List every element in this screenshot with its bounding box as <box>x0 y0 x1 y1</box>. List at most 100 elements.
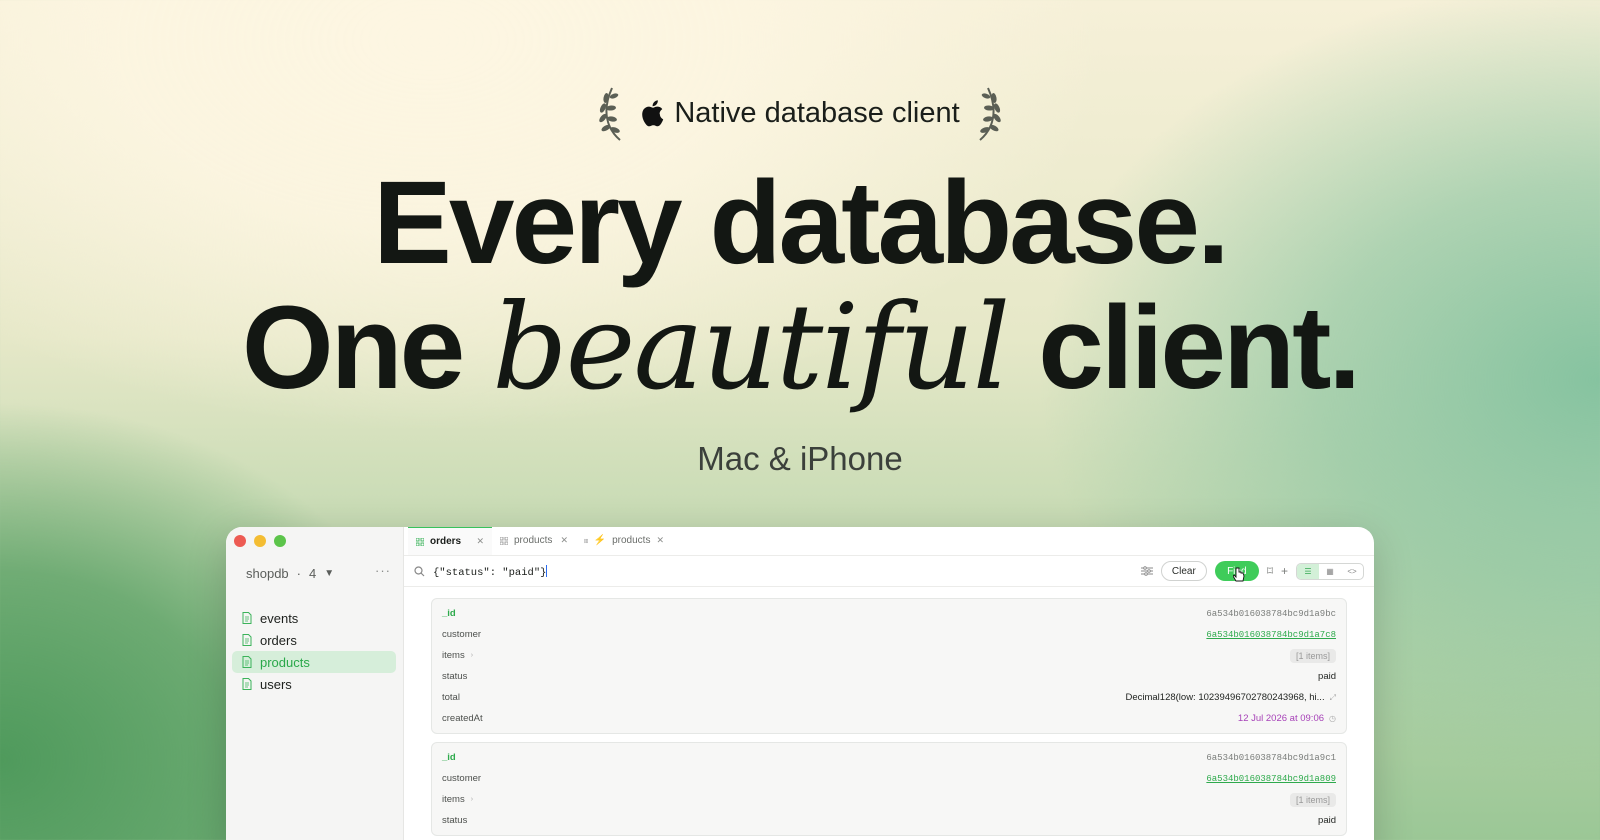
field-value: 6a534b016038784bc9d1a9bc <box>1206 608 1336 619</box>
laurel-left-icon <box>599 87 621 141</box>
main-panel: orders ✕ products ✕ ⚡ products ✕ {"statu… <box>404 527 1374 840</box>
field-key: items › <box>442 650 473 661</box>
field-value: 12 Jul 2026 at 09:06 ◷ <box>1238 713 1336 724</box>
minimize-window-button[interactable] <box>254 535 266 547</box>
tab-label: products <box>514 535 553 546</box>
grid-icon <box>416 537 424 546</box>
tab-bar: orders ✕ products ✕ ⚡ products ✕ <box>404 527 1374 556</box>
document-card[interactable]: _id 6a534b016038784bc9d1a9bc customer 6a… <box>431 598 1347 734</box>
tab-label: orders <box>430 536 462 547</box>
headline-one: One <box>241 282 465 414</box>
field-key: customer <box>442 773 482 784</box>
tab-orders[interactable]: orders ✕ <box>408 527 492 555</box>
zoom-window-button[interactable] <box>274 535 286 547</box>
search-icon <box>414 565 425 576</box>
badge-text: Native database client <box>674 96 960 129</box>
separator-dot: · <box>296 566 301 581</box>
field-value: 6a534b016038784bc9d1a9c1 <box>1206 752 1336 763</box>
code-view-icon[interactable]: <> <box>1341 564 1363 579</box>
field-row: customer 6a534b016038784bc9d1a7c8 <box>432 624 1346 645</box>
field-key: customer <box>442 629 482 640</box>
tab-products[interactable]: products ✕ <box>492 527 576 555</box>
document-icon <box>242 656 252 668</box>
grid-icon <box>584 538 588 543</box>
collection-list: events orders products users <box>232 607 396 695</box>
field-value: Decimal128(low: 10239496702780243968, hi… <box>1125 692 1336 703</box>
apple-icon <box>642 100 664 127</box>
field-row: customer 6a534b016038784bc9d1a809 <box>432 768 1346 789</box>
field-row: status paid <box>432 666 1346 687</box>
sidebar-item-users[interactable]: users <box>232 673 396 695</box>
sidebar-item-orders[interactable]: orders <box>232 629 396 651</box>
list-view-icon[interactable]: ☰ <box>1297 563 1319 579</box>
document-card[interactable]: _id 6a534b016038784bc9d1a9c1 customer 6a… <box>431 742 1347 836</box>
field-row: status paid <box>432 810 1346 831</box>
chevron-right-icon[interactable]: › <box>471 652 473 659</box>
query-bar: {"status": "paid"} Clear Find ⌑ + ☰ ▦ <> <box>404 556 1374 587</box>
expand-icon[interactable]: ⤢ <box>1330 693 1336 703</box>
bookmark-icon[interactable]: ⌑ <box>1267 564 1273 578</box>
close-window-button[interactable] <box>234 535 246 547</box>
subtitle: Mac & iPhone <box>697 440 903 477</box>
filter-options-icon[interactable] <box>1140 566 1153 576</box>
chevron-right-icon[interactable]: › <box>471 796 473 803</box>
more-icon[interactable]: ··· <box>375 563 391 578</box>
close-icon[interactable]: ✕ <box>560 535 568 546</box>
traffic-lights <box>234 535 286 547</box>
clock-icon: ◷ <box>1329 714 1336 723</box>
field-key: _id <box>442 752 456 763</box>
reference-link[interactable]: 6a534b016038784bc9d1a809 <box>1206 774 1336 784</box>
field-row: _id 6a534b016038784bc9d1a9bc <box>432 603 1346 624</box>
field-row: createdAt 12 Jul 2026 at 09:06 ◷ <box>432 708 1346 729</box>
clear-button[interactable]: Clear <box>1160 561 1207 581</box>
field-row[interactable]: items › [1 items] <box>432 789 1346 810</box>
field-key: items › <box>442 794 473 805</box>
database-name: shopdb <box>246 566 289 581</box>
field-value: paid <box>1318 815 1336 826</box>
field-value-text: Decimal128(low: 10239496702780243968, hi… <box>1125 692 1325 703</box>
field-key-label: items <box>442 650 465 661</box>
headline-client: client. <box>1038 282 1361 414</box>
document-icon <box>242 678 252 690</box>
close-icon[interactable]: ✕ <box>656 535 664 546</box>
database-selector[interactable]: shopdb · 4 ▼ <box>246 566 334 581</box>
tab-products-query[interactable]: ⚡ products ✕ <box>576 527 672 555</box>
field-key: status <box>442 815 468 826</box>
app-window: shopdb · 4 ▼ ··· events orders products … <box>226 527 1374 840</box>
query-text: {"status": "paid"} <box>433 567 547 579</box>
field-value: paid <box>1318 671 1336 682</box>
sidebar-item-label: products <box>260 654 310 670</box>
sidebar-item-label: orders <box>260 632 297 648</box>
document-list: _id 6a534b016038784bc9d1a9bc customer 6a… <box>431 598 1347 840</box>
field-key: _id <box>442 608 456 619</box>
field-key: status <box>442 671 468 682</box>
sidebar-item-label: users <box>260 676 292 692</box>
array-badge: [1 items] <box>1289 648 1336 663</box>
pointer-cursor-icon <box>1232 567 1245 582</box>
headline-beautiful: beautiful <box>492 278 1010 416</box>
close-icon[interactable]: ✕ <box>476 536 484 547</box>
query-input[interactable]: {"status": "paid"} <box>433 562 548 580</box>
headline-line-2: One beautiful client. <box>0 282 1600 413</box>
database-count: 4 <box>309 566 317 581</box>
laurel-right-icon <box>979 87 1001 141</box>
add-icon[interactable]: + <box>1281 564 1288 578</box>
find-button[interactable]: Find <box>1214 561 1259 582</box>
bolt-icon: ⚡ <box>593 535 607 546</box>
sidebar-item-events[interactable]: events <box>232 607 396 629</box>
headline-line-1: Every database. <box>373 157 1230 289</box>
field-row[interactable]: items › [1 items] <box>432 645 1346 666</box>
date-value: 12 Jul 2026 at 09:06 <box>1237 713 1325 724</box>
chevron-down-icon: ▼ <box>324 568 335 579</box>
field-key: createdAt <box>442 713 483 724</box>
sidebar-item-products[interactable]: products <box>232 651 396 673</box>
view-mode-toggle: ☰ ▦ <> <box>1296 562 1364 580</box>
field-row: _id 6a534b016038784bc9d1a9c1 <box>432 747 1346 768</box>
field-key-label: items <box>442 794 465 805</box>
document-icon <box>242 612 252 624</box>
array-badge: [1 items] <box>1289 792 1336 807</box>
badge: Native database client <box>0 84 1600 142</box>
reference-link[interactable]: 6a534b016038784bc9d1a7c8 <box>1206 630 1336 640</box>
grid-view-icon[interactable]: ▦ <box>1319 564 1341 579</box>
sidebar-item-label: events <box>260 610 299 626</box>
